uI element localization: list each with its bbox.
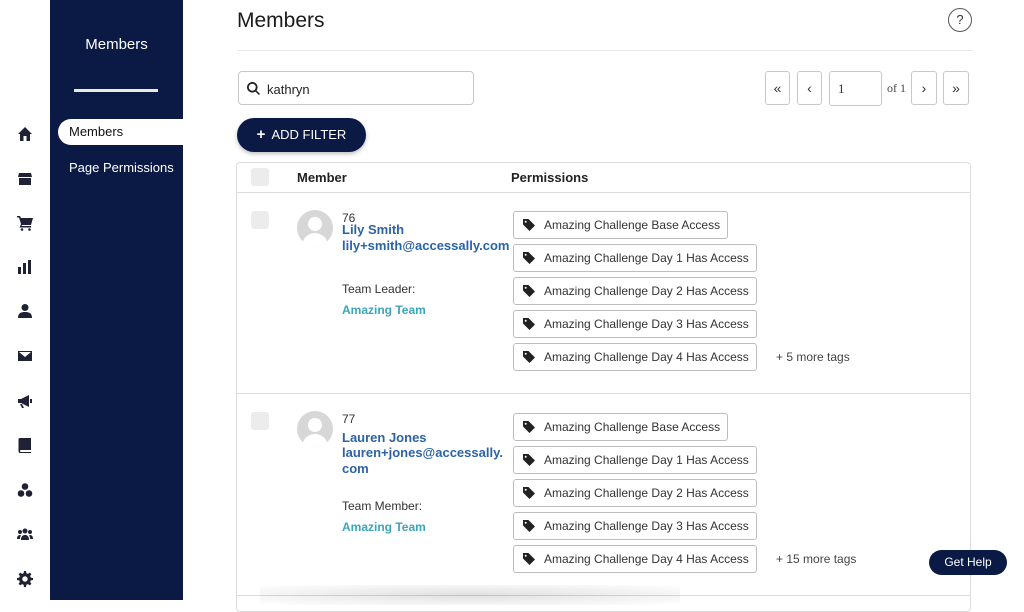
last-page-button[interactable]: » [943,71,969,105]
user-icon[interactable] [13,299,37,323]
search-box [238,71,474,105]
prev-page-button[interactable]: ‹ [797,71,822,105]
permission-tag[interactable]: Amazing Challenge Day 3 Has Access [513,310,757,338]
members-table: Member Permissions 76 Lily Smith lily+sm… [236,162,971,612]
megaphone-icon[interactable] [13,389,37,413]
help-icon[interactable]: ? [948,8,972,32]
page-title: Members [237,9,325,32]
search-input[interactable] [265,78,469,100]
next-page-button[interactable]: › [911,71,937,105]
permission-tag[interactable]: Amazing Challenge Day 4 Has Access [513,545,757,573]
column-header-permissions: Permissions [511,170,589,185]
tag-label: Amazing Challenge Day 3 Has Access [544,519,749,533]
chart-icon[interactable] [13,255,37,279]
groups-icon[interactable] [13,478,37,502]
member-team-link[interactable]: Amazing Team [342,520,426,534]
permission-tag[interactable]: Amazing Challenge Day 1 Has Access [513,244,757,272]
people-icon[interactable] [13,522,37,546]
permission-tag[interactable]: Amazing Challenge Day 3 Has Access [513,512,757,540]
scroll-shadow [260,585,680,605]
book-icon[interactable] [13,433,37,457]
divider [237,50,972,51]
store-icon[interactable] [13,166,37,190]
page-number-input[interactable] [829,71,882,106]
permission-tag[interactable]: Amazing Challenge Base Access [513,413,729,441]
row-checkbox[interactable] [251,211,269,229]
subnav-item-members[interactable]: Members [58,119,183,145]
cart-icon[interactable] [13,211,37,235]
tag-label: Amazing Challenge Day 2 Has Access [544,486,749,500]
more-tags-link[interactable]: + 15 more tags [776,552,856,566]
tag-icon [523,553,535,565]
tag-icon [523,219,535,231]
get-help-button[interactable]: Get Help [929,550,1007,575]
subnav-item-page-permissions[interactable]: Page Permissions [69,160,174,175]
select-all-checkbox[interactable] [251,168,269,186]
member-role: Team Leader: [342,282,416,296]
members-subnav: Members Members Page Permissions [50,0,183,600]
home-icon[interactable] [13,122,37,146]
avatar [297,411,333,447]
subnav-title: Members [85,36,148,53]
tag-label: Amazing Challenge Day 4 Has Access [544,350,749,364]
first-page-button[interactable]: « [765,71,790,105]
permission-tag[interactable]: Amazing Challenge Day 4 Has Access [513,343,757,371]
member-team-link[interactable]: Amazing Team [342,303,426,317]
tag-icon [523,520,535,532]
column-header-member: Member [297,170,347,185]
tag-icon [523,318,535,330]
tag-icon [523,351,535,363]
header-divider [237,192,970,193]
tag-label: Amazing Challenge Day 2 Has Access [544,284,749,298]
tag-label: Amazing Challenge Base Access [544,420,721,434]
tag-icon [523,454,535,466]
tag-icon [523,285,535,297]
gear-icon[interactable] [13,567,37,591]
row-checkbox[interactable] [251,412,269,430]
row-divider [237,393,970,394]
member-id: 77 [342,412,356,426]
plus-icon: + [256,126,266,143]
add-filter-label: ADD FILTER [271,127,347,142]
tag-icon [523,252,535,264]
member-email: lauren+jones@accessally.com [342,445,503,476]
member-role: Team Member: [342,499,423,513]
envelope-icon[interactable] [13,344,37,368]
avatar [297,210,333,246]
tag-label: Amazing Challenge Base Access [544,218,721,232]
search-icon [247,82,260,95]
member-name[interactable]: Lily Smith [342,222,404,237]
subnav-divider [74,89,158,92]
page-count-label: of 1 [887,81,906,95]
member-name[interactable]: Lauren Jones [342,430,427,445]
permission-tag[interactable]: Amazing Challenge Day 2 Has Access [513,277,757,305]
permission-tag[interactable]: Amazing Challenge Base Access [513,211,729,239]
tag-label: Amazing Challenge Day 4 Has Access [544,552,749,566]
tag-label: Amazing Challenge Day 1 Has Access [544,453,749,467]
tag-label: Amazing Challenge Day 3 Has Access [544,317,749,331]
icon-rail [0,0,50,600]
tag-icon [523,421,535,433]
permission-tag[interactable]: Amazing Challenge Day 1 Has Access [513,446,757,474]
tag-icon [523,487,535,499]
tag-label: Amazing Challenge Day 1 Has Access [544,251,749,265]
add-filter-button[interactable]: + ADD FILTER [237,118,366,152]
more-tags-link[interactable]: + 5 more tags [776,350,850,364]
permission-tag[interactable]: Amazing Challenge Day 2 Has Access [513,479,757,507]
member-email: lily+smith@accessally.com [342,238,510,253]
